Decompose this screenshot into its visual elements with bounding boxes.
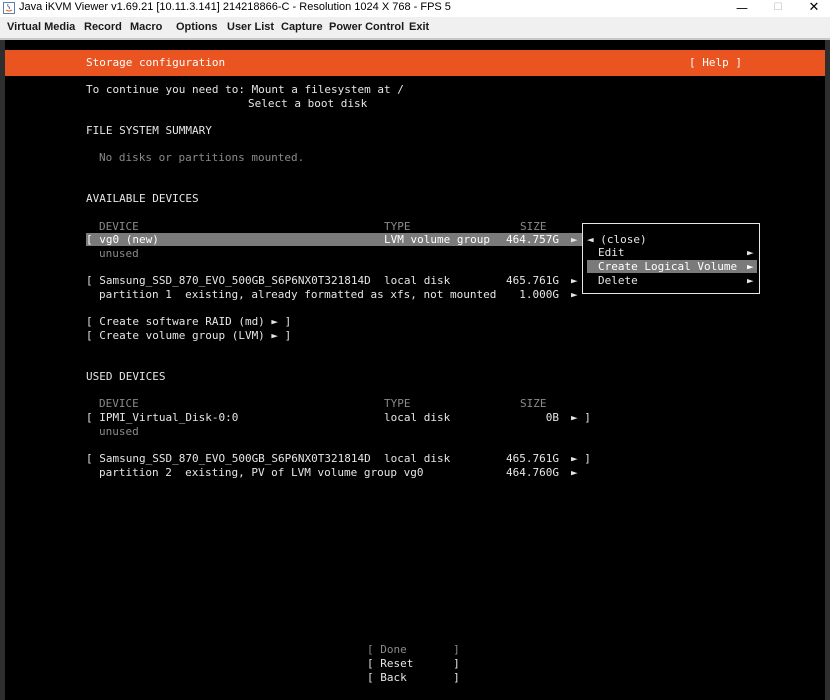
context-menu: ◄ (close) Edit ► Create Logical Volume ►… <box>582 223 760 294</box>
vg0-sub: unused <box>99 247 139 260</box>
menu-macro[interactable]: Macro <box>130 21 162 33</box>
vg0-arrow[interactable]: ► <box>571 233 578 246</box>
menu-bar: Virtual Media Record Macro Options User … <box>0 17 830 38</box>
menu-capture[interactable]: Capture <box>281 21 323 33</box>
used-col-type: TYPE <box>384 397 411 410</box>
remote-screen[interactable]: Storage configuration [ Help ] To contin… <box>5 40 825 700</box>
available-col-device: DEVICE <box>99 220 139 233</box>
avail-partition-1-arrow[interactable]: ► <box>571 288 578 301</box>
intro-line-2: Select a boot disk <box>248 97 368 110</box>
avail-ssd-size: 465.761G <box>506 274 559 287</box>
window-titlebar: Java iKVM Viewer v1.69.21 [10.11.3.141] … <box>0 0 830 17</box>
back-button[interactable]: [ Back ] <box>367 671 460 684</box>
reset-button[interactable]: [ Reset ] <box>367 657 460 670</box>
minimize-button[interactable]: — <box>724 0 760 17</box>
used-devices-heading: USED DEVICES <box>86 370 166 383</box>
used-ssd-arrow[interactable]: ► ] <box>571 452 591 465</box>
used-partition-2-size: 464.760G <box>506 466 559 479</box>
used-ipmi-arrow[interactable]: ► ] <box>571 411 591 424</box>
menu-virtual-media[interactable]: Virtual Media <box>7 21 75 33</box>
intro-line-1: To continue you need to: Mount a filesys… <box>86 83 404 96</box>
header-title: Storage configuration <box>86 56 226 69</box>
used-ipmi-sub: unused <box>99 425 139 438</box>
used-ipmi-type: local disk <box>384 411 451 424</box>
vg0-type: LVM volume group <box>384 233 490 246</box>
menu-close-item[interactable]: ◄ (close) <box>587 233 647 246</box>
menu-record[interactable]: Record <box>84 21 122 33</box>
used-ipmi-size: 0B <box>545 411 559 424</box>
used-ssd-device[interactable]: [ Samsung_SSD_870_EVO_500GB_S6P6NX0T3218… <box>86 452 371 465</box>
fs-summary-empty: No disks or partitions mounted. <box>99 151 305 164</box>
available-col-type: TYPE <box>384 220 411 233</box>
delete-arrow: ► <box>747 274 754 287</box>
maximize-button[interactable]: ☐ <box>760 0 796 17</box>
vg0-device[interactable]: [ vg0 (new) <box>86 233 159 246</box>
menu-exit[interactable]: Exit <box>409 21 429 33</box>
avail-ssd-type: local disk <box>384 274 451 287</box>
window-title: Java iKVM Viewer v1.69.21 [10.11.3.141] … <box>19 1 451 13</box>
avail-ssd-arrow[interactable]: ► <box>571 274 578 287</box>
kvm-console[interactable]: Storage configuration [ Help ] To contin… <box>0 40 830 700</box>
edit-arrow: ► <box>747 246 754 259</box>
available-devices-heading: AVAILABLE DEVICES <box>86 192 199 205</box>
fs-summary-heading: FILE SYSTEM SUMMARY <box>86 124 212 137</box>
avail-partition-1[interactable]: partition 1 existing, already formatted … <box>99 288 496 301</box>
menu-create-lv-item[interactable]: Create Logical Volume <box>598 260 737 273</box>
close-button[interactable]: ✕ <box>796 0 830 17</box>
menu-edit-item[interactable]: Edit <box>598 246 625 259</box>
avail-ssd-device[interactable]: [ Samsung_SSD_870_EVO_500GB_S6P6NX0T3218… <box>86 274 371 287</box>
vg0-size: 464.757G <box>506 233 559 246</box>
avail-partition-1-size: 1.000G <box>519 288 559 301</box>
used-ssd-size: 465.761G <box>506 452 559 465</box>
used-partition-2-arrow[interactable]: ► <box>571 466 578 479</box>
used-partition-2[interactable]: partition 2 existing, PV of LVM volume g… <box>99 466 424 479</box>
create-raid-button[interactable]: [ Create software RAID (md) ► ] <box>86 315 291 328</box>
menu-user-list[interactable]: User List <box>227 21 274 33</box>
menu-power-control[interactable]: Power Control <box>329 21 404 33</box>
create-vg-button[interactable]: [ Create volume group (LVM) ► ] <box>86 329 291 342</box>
used-ssd-type: local disk <box>384 452 451 465</box>
create-lv-arrow: ► <box>747 260 754 273</box>
available-col-size: SIZE <box>520 220 547 233</box>
used-ipmi-device[interactable]: [ IPMI_Virtual_Disk-0:0 <box>86 411 238 424</box>
menu-options[interactable]: Options <box>176 21 218 33</box>
done-button[interactable]: [ Done ] <box>367 643 460 656</box>
java-app-icon <box>3 2 15 14</box>
used-col-size: SIZE <box>520 397 547 410</box>
help-button[interactable]: [ Help ] <box>689 56 742 69</box>
menu-delete-item[interactable]: Delete <box>598 274 638 287</box>
used-col-device: DEVICE <box>99 397 139 410</box>
